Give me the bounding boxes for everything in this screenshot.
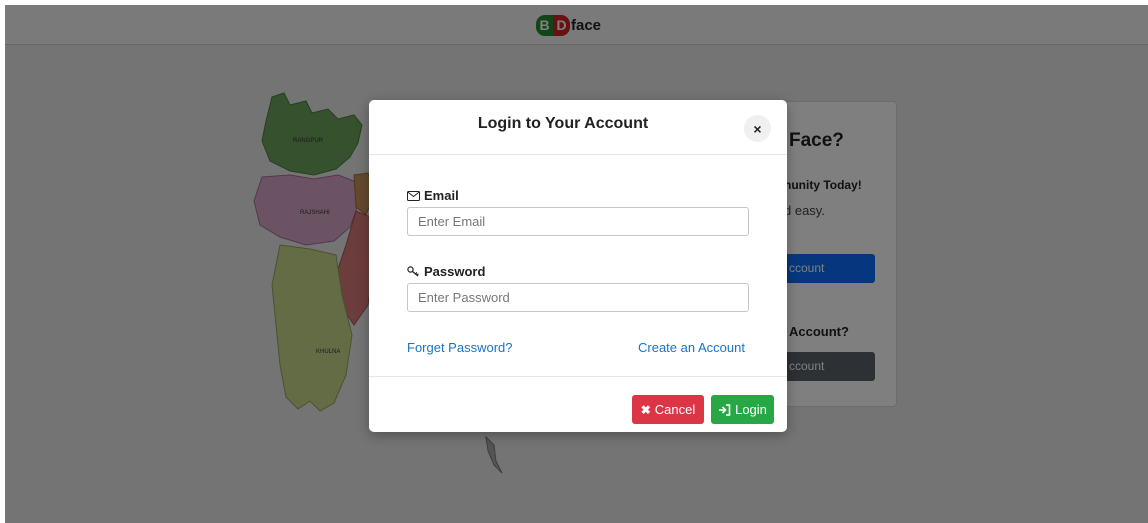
login-modal: Login to Your Account × Email Password F… <box>369 100 787 432</box>
forget-password-link[interactable]: Forget Password? <box>407 340 513 355</box>
password-label: Password <box>407 264 485 279</box>
password-label-text: Password <box>424 264 486 279</box>
email-label-text: Email <box>424 188 459 203</box>
create-account-link[interactable]: Create an Account <box>638 340 745 355</box>
modal-header: Login to Your Account × <box>369 100 787 155</box>
envelope-icon <box>407 190 420 201</box>
close-button[interactable]: × <box>744 115 771 142</box>
modal-footer: ✖ Cancel Login <box>369 376 787 432</box>
cancel-button[interactable]: ✖ Cancel <box>632 395 704 424</box>
modal-title: Login to Your Account <box>477 115 649 132</box>
key-icon <box>407 266 419 277</box>
login-button[interactable]: Login <box>711 395 774 424</box>
x-icon: ✖ <box>640 402 651 417</box>
email-input[interactable] <box>407 207 749 236</box>
close-icon: × <box>753 120 762 137</box>
sign-in-icon <box>719 403 731 416</box>
password-input[interactable] <box>407 283 749 312</box>
login-label: Login <box>735 402 767 417</box>
cancel-label: Cancel <box>654 402 696 417</box>
page: B D face RANGPUR RAJSHAHI KHULNA Face? n… <box>5 5 1148 523</box>
email-label: Email <box>407 188 459 203</box>
